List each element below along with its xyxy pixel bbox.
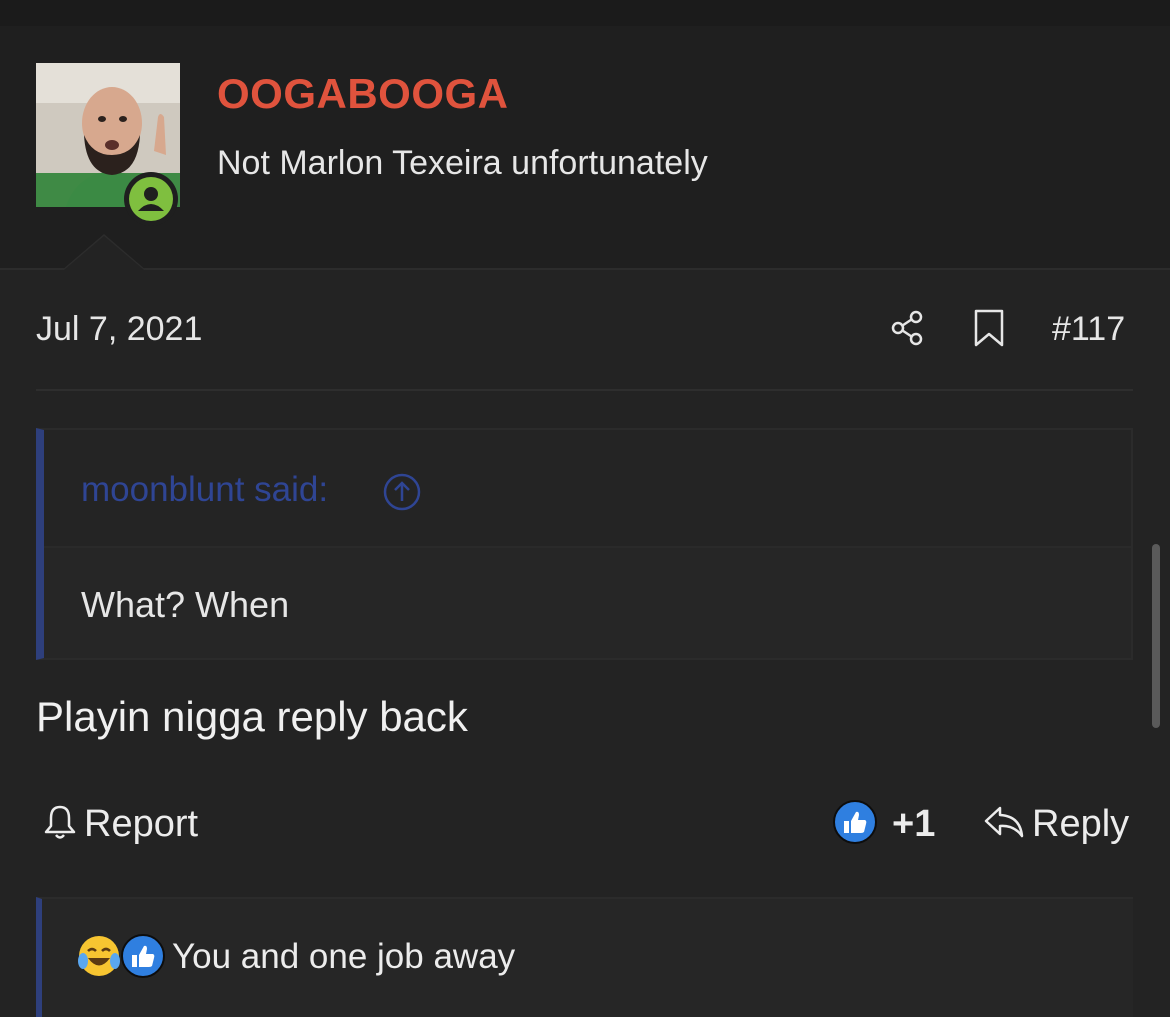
message-text: Playin nigga reply back [36,693,468,740]
thumbs-up-icon [832,799,878,850]
quote-header: moonblunt said: [44,430,1131,548]
bookmark-icon[interactable] [972,308,1006,353]
post-date[interactable]: Jul 7, 2021 [36,310,202,349]
reply-icon [982,802,1026,847]
reply-label: Reply [1032,802,1130,845]
header-pointer [64,236,144,270]
username[interactable]: OOGABOOGA [217,70,509,118]
like-count: +1 [892,802,936,845]
reactions-bar[interactable]: You and one job away [36,897,1133,1017]
top-bar [0,0,1170,26]
user-header: OOGABOOGA Not Marlon Texeira unfortunate… [0,26,1170,270]
divider [36,389,1133,391]
bell-icon [42,802,78,847]
quote-author[interactable]: moonblunt said: [81,470,328,510]
online-status-badge [124,172,178,226]
arrow-up-circle-icon[interactable] [382,472,422,517]
quote-block: moonblunt said: What? When [36,428,1133,660]
report-label: Report [84,802,199,845]
post-number[interactable]: #117 [1052,310,1125,349]
share-icon[interactable] [888,308,928,353]
scrollbar[interactable] [1152,544,1160,728]
laughing-crying-emoji-icon [76,933,122,984]
quote-body: What? When [81,584,290,625]
reaction-button[interactable]: +1 [832,799,936,850]
report-button[interactable]: Report [42,800,198,848]
reply-button[interactable]: Reply [982,800,1129,848]
thumbs-up-icon [120,933,166,984]
reactions-text: You and one job away [172,937,516,976]
user-title: Not Marlon Texeira unfortunately [217,144,708,182]
online-user-icon [129,177,173,221]
